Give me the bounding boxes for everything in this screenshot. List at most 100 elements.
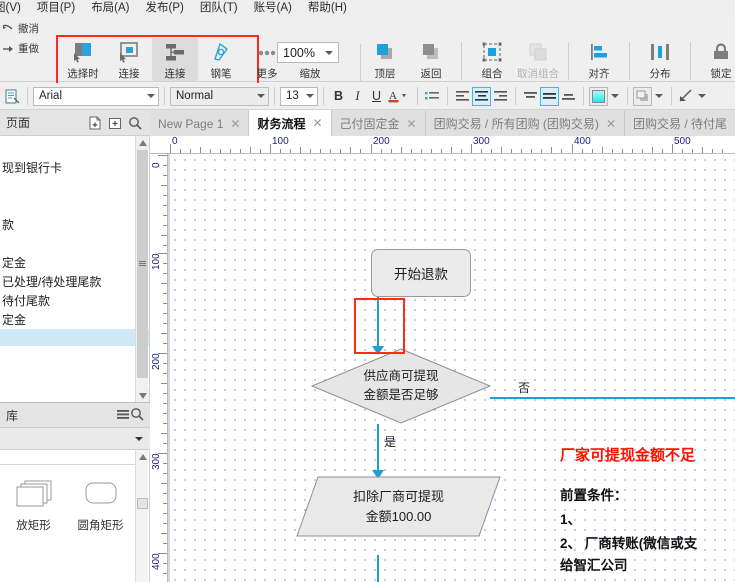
- tab-group-buy-pending[interactable]: 团购交易 / 待付尾: [625, 111, 735, 136]
- search-icon[interactable]: [130, 407, 144, 424]
- search-icon[interactable]: [126, 114, 144, 132]
- undo-button[interactable]: 撤消: [2, 21, 52, 36]
- valign-middle-button[interactable]: [540, 86, 559, 106]
- pen-tool-button[interactable]: 钢笔: [198, 38, 244, 81]
- lock-button[interactable]: 锁定: [698, 38, 735, 81]
- library-scrollbar[interactable]: [135, 450, 148, 582]
- page-left-edge: [168, 154, 170, 582]
- font-size-select[interactable]: 13: [280, 86, 318, 106]
- line-style-caret[interactable]: [696, 87, 708, 106]
- close-icon[interactable]: ✕: [230, 117, 240, 131]
- add-folder-icon[interactable]: [106, 114, 124, 132]
- document-tab-bar: New Page 1 ✕ 财务流程 ✕ 己付固定金 ✕ 团购交易 / 所有团购 …: [150, 110, 735, 136]
- close-icon[interactable]: ✕: [312, 116, 322, 130]
- menu-item-view[interactable]: 图(V): [0, 0, 29, 16]
- node-start-refund[interactable]: 开始退款: [371, 249, 471, 297]
- library-panel-header: 库: [0, 402, 150, 428]
- tab-paid-deposit[interactable]: 己付固定金 ✕: [332, 111, 426, 136]
- menu-item-account[interactable]: 账号(A): [246, 0, 300, 16]
- connector-icon: [117, 40, 141, 64]
- scroll-up-icon[interactable]: [136, 136, 149, 149]
- italic-button[interactable]: I: [348, 87, 367, 106]
- align-right-button[interactable]: [491, 87, 510, 106]
- distribute-icon: [648, 40, 672, 64]
- page-item-8-selected[interactable]: [0, 329, 149, 346]
- redo-button[interactable]: 重做: [2, 41, 52, 56]
- library-shape-grid: 放矩形 圆角矩形: [0, 478, 135, 533]
- underline-button[interactable]: U: [367, 87, 386, 106]
- chevron-down-icon: [611, 94, 619, 98]
- hamburger-icon[interactable]: [116, 407, 130, 424]
- chevron-down-icon: [147, 94, 155, 98]
- node-decision-supplier-balance[interactable]: 供应商可提现 金额是否足够: [311, 348, 491, 424]
- valign-bottom-button[interactable]: [559, 87, 578, 106]
- bullet-list-button[interactable]: [423, 87, 442, 106]
- library-shape-stacked-rect[interactable]: 放矩形: [0, 478, 67, 533]
- align-center-button[interactable]: [472, 86, 491, 106]
- distribute-button[interactable]: 分布: [637, 38, 683, 81]
- line-style-button[interactable]: [677, 87, 696, 106]
- shadow-button[interactable]: [633, 86, 652, 106]
- add-page-icon[interactable]: [86, 114, 104, 132]
- page-item-1[interactable]: [0, 177, 149, 215]
- tab-finance-flow[interactable]: 财务流程 ✕: [249, 110, 332, 136]
- fill-color-button[interactable]: [589, 86, 608, 106]
- library-shape-rounded-rect[interactable]: 圆角矩形: [67, 478, 134, 533]
- library-scrollbar-thumb[interactable]: [137, 498, 148, 509]
- menu-item-team[interactable]: 团队(T): [192, 0, 246, 16]
- valign-top-button[interactable]: [521, 87, 540, 106]
- font-family-select[interactable]: Arial: [33, 86, 159, 106]
- page-item-6[interactable]: 待付尾款: [0, 291, 149, 310]
- page-item-5[interactable]: 已处理/待处理尾款: [0, 272, 149, 291]
- connect-shapes-button[interactable]: 连接: [152, 38, 198, 81]
- bring-to-front-button[interactable]: 顶层: [362, 38, 408, 81]
- font-style-select[interactable]: Normal: [170, 86, 269, 106]
- select-tool-button[interactable]: 选择时: [60, 38, 106, 81]
- menu-item-publish[interactable]: 发布(P): [138, 0, 192, 16]
- pages-list[interactable]: 现到银行卡 款 定金 已处理/待处理尾款 待付尾款 定金: [0, 136, 150, 402]
- lock-icon: [709, 40, 733, 64]
- connector-decision-to-deduct[interactable]: [377, 424, 379, 474]
- page-item-label: 款: [2, 218, 15, 232]
- diagram-canvas[interactable]: 开始退款 供应商可提现 金额是否足够 扣除厂商可提现 金额100.00 否 是: [168, 154, 735, 582]
- bring-to-front-label: 顶层: [374, 68, 396, 80]
- tab-new-page-1[interactable]: New Page 1 ✕: [150, 111, 250, 136]
- group-button[interactable]: 组合: [469, 38, 515, 81]
- ungroup-label: 取消组合: [517, 68, 559, 80]
- scroll-up-icon[interactable]: [136, 450, 149, 463]
- lock-label: 锁定: [710, 68, 732, 80]
- page-item-9-editing[interactable]: [0, 346, 149, 365]
- font-color-button[interactable]: A: [386, 87, 412, 106]
- fill-color-caret[interactable]: [608, 87, 622, 106]
- close-icon[interactable]: ✕: [407, 117, 417, 131]
- connector-tool-button[interactable]: 连接: [106, 38, 152, 81]
- annotation-line-3: 给智汇公司: [560, 558, 628, 573]
- page-item-0[interactable]: 现到银行卡: [0, 158, 149, 177]
- page-item-7[interactable]: 定金: [0, 310, 149, 329]
- align-button[interactable]: 对齐: [576, 38, 622, 81]
- page-item-2[interactable]: 款: [0, 215, 149, 234]
- page-item-3[interactable]: [0, 234, 149, 253]
- menu-item-project[interactable]: 项目(P): [29, 0, 83, 16]
- shadow-caret[interactable]: [652, 87, 666, 106]
- fmt-divider-4: [323, 87, 324, 105]
- scroll-down-icon[interactable]: [136, 389, 149, 402]
- connector-deduct-down[interactable]: [377, 555, 379, 582]
- edge-label-yes: 是: [384, 435, 397, 449]
- zoom-select[interactable]: 100%: [277, 42, 339, 63]
- align-left-button[interactable]: [453, 87, 472, 106]
- tab-group-buy-all[interactable]: 团购交易 / 所有团购 (团购交易) ✕: [426, 111, 625, 136]
- node-deduct-amount[interactable]: 扣除厂商可提现 金额100.00: [296, 476, 501, 537]
- connector-decision-no[interactable]: [490, 397, 735, 399]
- text-style-icon[interactable]: [3, 87, 22, 106]
- ungroup-button[interactable]: 取消组合: [515, 38, 561, 81]
- page-item-4[interactable]: 定金: [0, 253, 149, 272]
- menu-item-help[interactable]: 帮助(H): [300, 0, 355, 16]
- bold-button[interactable]: B: [329, 87, 348, 106]
- menu-item-layout[interactable]: 布局(A): [83, 0, 137, 16]
- send-to-back-button[interactable]: 返回: [408, 38, 454, 81]
- pages-scrollbar[interactable]: [135, 136, 149, 402]
- close-icon[interactable]: ✕: [606, 117, 616, 131]
- red-selection-box: [354, 298, 405, 354]
- library-select[interactable]: [0, 428, 150, 450]
